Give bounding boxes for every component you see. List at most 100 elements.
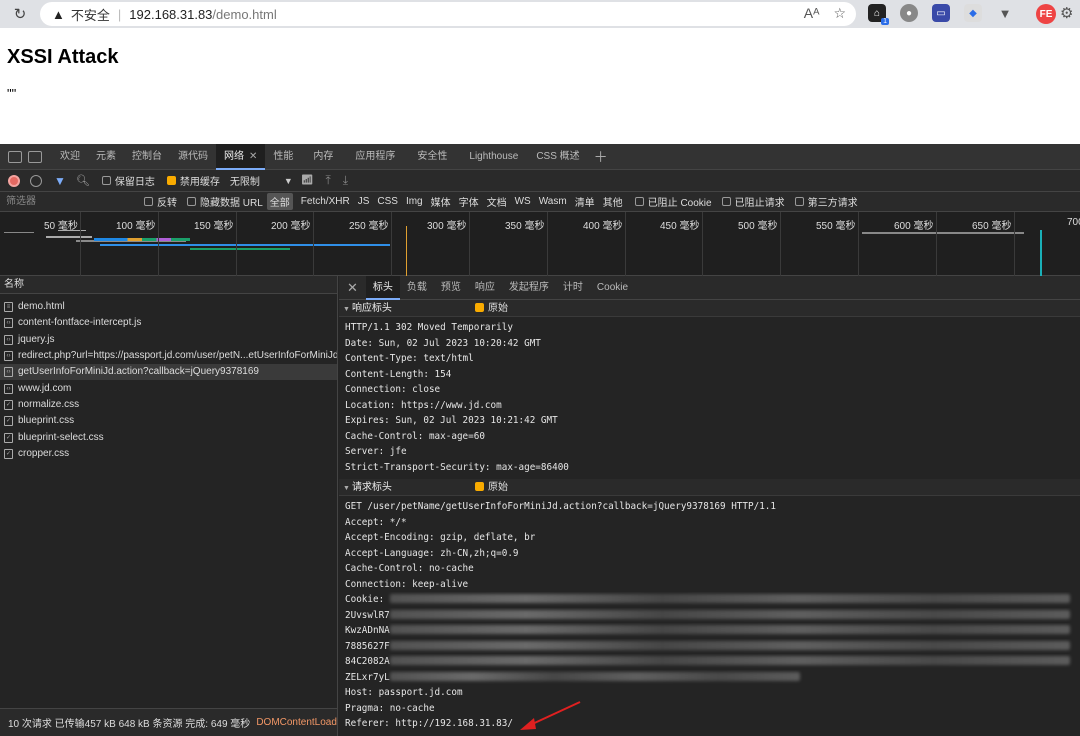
search-icon[interactable]: 🔍︎: [76, 174, 90, 187]
filter-type-ws[interactable]: WS: [515, 196, 531, 207]
filter-type-doc[interactable]: 文档: [487, 194, 507, 209]
tab-console[interactable]: 控制台: [124, 144, 170, 170]
blocked-requests-checkbox[interactable]: [721, 197, 731, 206]
filter-type-js[interactable]: JS: [358, 196, 370, 207]
filter-type-other[interactable]: 其他: [603, 194, 623, 209]
header-line: Referer: http://192.168.31.83/: [345, 718, 513, 729]
request-row[interactable]: ‹› jquery.js: [0, 332, 337, 348]
tab-payload[interactable]: 负载: [400, 276, 434, 300]
filter-type-css[interactable]: CSS: [377, 196, 398, 207]
header-line: Accept-Language: zh-CN,zh;q=0.9: [345, 547, 519, 559]
disable-cache-label: 禁用缓存: [179, 177, 220, 188]
request-row[interactable]: ‹› www.jd.com: [0, 380, 337, 396]
third-party-checkbox[interactable]: [794, 197, 804, 206]
blocked-cookies-checkbox[interactable]: [634, 197, 644, 206]
filter-type-all[interactable]: 全部: [266, 193, 293, 210]
filter-bar: 筛选器 反转 隐藏数据 URL 全部 Fetch/XHR JS CSS Img …: [0, 192, 1080, 212]
import-icon[interactable]: ⤒: [325, 173, 330, 188]
hide-data-urls-checkbox[interactable]: [187, 197, 196, 206]
tab-performance[interactable]: 性能: [265, 144, 301, 170]
waterfall-bar: [4, 232, 34, 233]
tab-initiator[interactable]: 发起程序: [502, 276, 556, 300]
device-toolbar-icon[interactable]: [8, 150, 22, 163]
page-title: XSSI Attack: [7, 46, 119, 68]
address-bar[interactable]: ▲ 不安全 | 192.168.31.83/demo.html Aᴬ ☆: [40, 2, 856, 26]
tab-cookies[interactable]: Cookie: [590, 276, 635, 300]
tab-security[interactable]: 安全性: [403, 144, 455, 170]
request-row[interactable]: ✓ normalize.css: [0, 397, 337, 413]
header-line: Content-Length: 154: [345, 368, 452, 380]
tab-application[interactable]: 应用程序: [341, 144, 403, 170]
filter-input[interactable]: 筛选器: [4, 194, 134, 210]
filter-icon[interactable]: ▼: [54, 174, 66, 188]
export-icon[interactable]: ⤓: [343, 173, 348, 188]
settings-icon[interactable]: ⚙: [1060, 4, 1073, 22]
request-row[interactable]: ✓ blueprint-select.css: [0, 429, 337, 445]
browser-toolbar: ↻ ▲ 不安全 | 192.168.31.83/demo.html Aᴬ ☆ ⌂…: [0, 0, 1080, 28]
filter-type-wasm[interactable]: Wasm: [539, 196, 567, 207]
record-extension-icon[interactable]: ●: [900, 4, 918, 22]
tab-memory[interactable]: 内存: [301, 144, 341, 170]
tab-css-overview[interactable]: CSS 概述: [526, 144, 587, 170]
extension-icon[interactable]: ⌂ 1: [868, 4, 889, 25]
tab-sources[interactable]: 源代码: [170, 144, 216, 170]
tab-lighthouse[interactable]: Lighthouse: [455, 144, 526, 170]
tab-headers[interactable]: 标头: [365, 275, 400, 300]
star-icon[interactable]: ☆: [833, 5, 846, 22]
window-extension-icon[interactable]: ▭: [932, 4, 950, 22]
tab-timing[interactable]: 计时: [556, 276, 590, 300]
request-headers-section[interactable]: ▼ 请求标头 原始: [339, 479, 1080, 496]
request-row-selected[interactable]: ‹› getUserInfoForMiniJd.action?callback=j…: [0, 364, 337, 381]
shield-extension-icon[interactable]: ◆: [964, 4, 982, 22]
insecure-label[interactable]: 不安全: [71, 5, 110, 24]
chevron-down-icon[interactable]: ▼: [284, 176, 293, 186]
inspect-icon[interactable]: [28, 150, 42, 163]
disable-cache-checkbox[interactable]: [166, 176, 176, 185]
request-row[interactable]: ✓ cropper.css: [0, 446, 337, 462]
tab-preview[interactable]: 预览: [434, 276, 468, 300]
network-conditions-icon[interactable]: 📶︎: [301, 175, 314, 186]
timeline-tick-label: 600 毫秒: [894, 221, 934, 232]
filter-type-fetch[interactable]: Fetch/XHR: [301, 196, 350, 207]
raw-toggle[interactable]: 原始: [475, 300, 508, 317]
request-row[interactable]: ≡ demo.html: [0, 299, 337, 315]
close-icon[interactable]: ✕: [249, 151, 257, 162]
status-summary: 10 次请求 已传输457 kB 648 kB 条资源 完成: 649 毫秒: [8, 719, 251, 730]
response-headers-section[interactable]: ▼ 响应标头 原始: [339, 300, 1080, 317]
clear-icon[interactable]: [30, 174, 42, 187]
tab-welcome[interactable]: 欢迎: [52, 144, 88, 170]
header-line: Expires: Sun, 02 Jul 2023 10:21:42 GMT: [345, 415, 558, 426]
reload-icon[interactable]: ↻: [10, 5, 30, 23]
filter-type-media[interactable]: 媒体: [431, 194, 451, 209]
tab-response[interactable]: 响应: [468, 276, 502, 300]
invert-checkbox[interactable]: [144, 197, 153, 206]
script-icon: ‹›: [4, 367, 13, 378]
filter-type-font[interactable]: 字体: [459, 194, 479, 209]
raw-checkbox[interactable]: [475, 303, 484, 312]
domcontentloaded-label: DOMContentLoaded: [256, 717, 337, 728]
warning-icon: ▲: [52, 6, 65, 22]
close-icon[interactable]: ✕: [347, 280, 358, 296]
url-host: 192.168.31.83: [129, 6, 213, 22]
vue-extension-icon[interactable]: ▼: [996, 4, 1014, 22]
profile-avatar[interactable]: FE: [1036, 4, 1056, 24]
timeline-gridline: [547, 212, 548, 276]
raw-toggle[interactable]: 原始: [475, 479, 508, 496]
record-icon[interactable]: [8, 174, 20, 187]
preserve-log-checkbox[interactable]: [101, 176, 111, 185]
cookie-prefix: KwzADnNA: [345, 625, 390, 636]
filter-type-manifest[interactable]: 清单: [575, 194, 595, 209]
add-tab-icon[interactable]: ＋: [594, 147, 608, 167]
request-row[interactable]: ‹› content-fontface-intercept.js: [0, 315, 337, 331]
request-row[interactable]: ✓ blueprint.css: [0, 413, 337, 429]
network-overview-timeline[interactable]: 50 毫秒 100 毫秒 150 毫秒 200 毫秒 250 毫秒 300 毫秒 350 毫…: [0, 212, 1080, 276]
tab-elements[interactable]: 元素: [88, 144, 124, 170]
raw-checkbox[interactable]: [475, 482, 484, 491]
filter-type-img[interactable]: Img: [406, 196, 423, 207]
redacted-cookie: [389, 594, 1070, 603]
request-row[interactable]: ‹› redirect.php?url=https://passport.jd.c…: [0, 348, 337, 364]
tab-network[interactable]: 网络 ✕: [216, 143, 266, 170]
read-aloud-icon[interactable]: Aᴬ: [804, 5, 820, 22]
throttle-select[interactable]: 无限制: [230, 173, 260, 188]
name-column-header[interactable]: 名称: [0, 276, 337, 294]
